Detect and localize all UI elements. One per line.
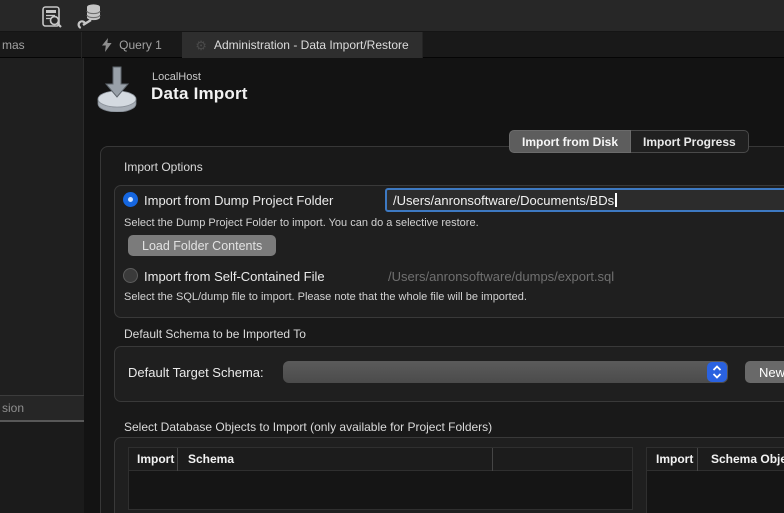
column-import: Import	[647, 448, 698, 471]
import-options-label: Import Options	[124, 160, 203, 174]
dropdown-stepper-icon	[707, 362, 727, 382]
schema-objects-table[interactable]: Import Schema Objects	[646, 447, 784, 513]
import-progress-segment[interactable]: Import Progress	[631, 130, 749, 153]
sidebar: sion	[0, 58, 84, 513]
column-import: Import	[129, 448, 178, 471]
sidebar-lower-panel	[0, 422, 84, 513]
import-from-disk-segment[interactable]: Import from Disk	[509, 130, 631, 153]
tab-query-1[interactable]: Query 1	[82, 32, 182, 58]
top-toolbar	[0, 0, 784, 32]
load-folder-contents-button[interactable]: Load Folder Contents	[128, 235, 276, 256]
default-schema-section-label: Default Schema to be Imported To	[124, 327, 306, 341]
schemas-table-header: Import Schema	[129, 448, 632, 471]
column-schema: Schema	[178, 448, 493, 471]
gear-icon: ⚙	[195, 39, 207, 52]
report-search-icon[interactable]	[38, 3, 66, 30]
sql-file-path-placeholder[interactable]: /Users/anronsoftware/dumps/export.sql	[388, 269, 614, 284]
radio-import-file[interactable]	[123, 268, 138, 283]
schema-objects-table-header: Import Schema Objects	[647, 448, 784, 471]
lightning-icon	[102, 38, 112, 52]
radio-import-folder[interactable]	[123, 192, 138, 207]
import-file-label: Import from Self-Contained File	[144, 269, 325, 284]
app-window: mas Query 1 ⚙ Administration - Data Impo…	[0, 0, 784, 513]
default-target-schema-label: Default Target Schema:	[128, 365, 264, 380]
schemas-table[interactable]: Import Schema	[128, 447, 633, 510]
dump-folder-path-value: /Users/anronsoftware/Documents/BDs	[393, 193, 614, 208]
dump-folder-path-input[interactable]: /Users/anronsoftware/Documents/BDs	[385, 188, 784, 212]
sidebar-item-label: sion	[2, 401, 24, 415]
column-schema-objects: Schema Objects	[698, 448, 784, 471]
target-schema-dropdown[interactable]	[283, 361, 728, 383]
objects-section-label: Select Database Objects to Import (only …	[124, 420, 492, 434]
tab-schemas-partial[interactable]: mas	[0, 32, 82, 58]
folder-help-text: Select the Dump Project Folder to import…	[124, 217, 479, 229]
tab-query-label: Query 1	[119, 38, 162, 52]
editor-tabbar: mas Query 1 ⚙ Administration - Data Impo…	[0, 32, 784, 58]
tab-administration[interactable]: ⚙ Administration - Data Import/Restore	[182, 32, 423, 58]
view-segmented-control: Import from Disk Import Progress	[509, 130, 749, 153]
tab-admin-label: Administration - Data Import/Restore	[214, 38, 409, 52]
file-help-text: Select the SQL/dump file to import. Plea…	[124, 291, 527, 303]
import-folder-label: Import from Dump Project Folder	[144, 193, 333, 208]
host-label: LocalHost	[152, 71, 201, 83]
text-caret	[615, 193, 617, 207]
tab-schemas-label: mas	[2, 38, 25, 52]
sidebar-item-session-partial[interactable]: sion	[0, 396, 84, 420]
database-tools-icon[interactable]	[76, 3, 106, 30]
new-schema-button[interactable]: New	[745, 361, 784, 383]
column-empty	[493, 448, 632, 471]
page-title: Data Import	[151, 84, 248, 104]
data-import-icon	[94, 64, 140, 117]
